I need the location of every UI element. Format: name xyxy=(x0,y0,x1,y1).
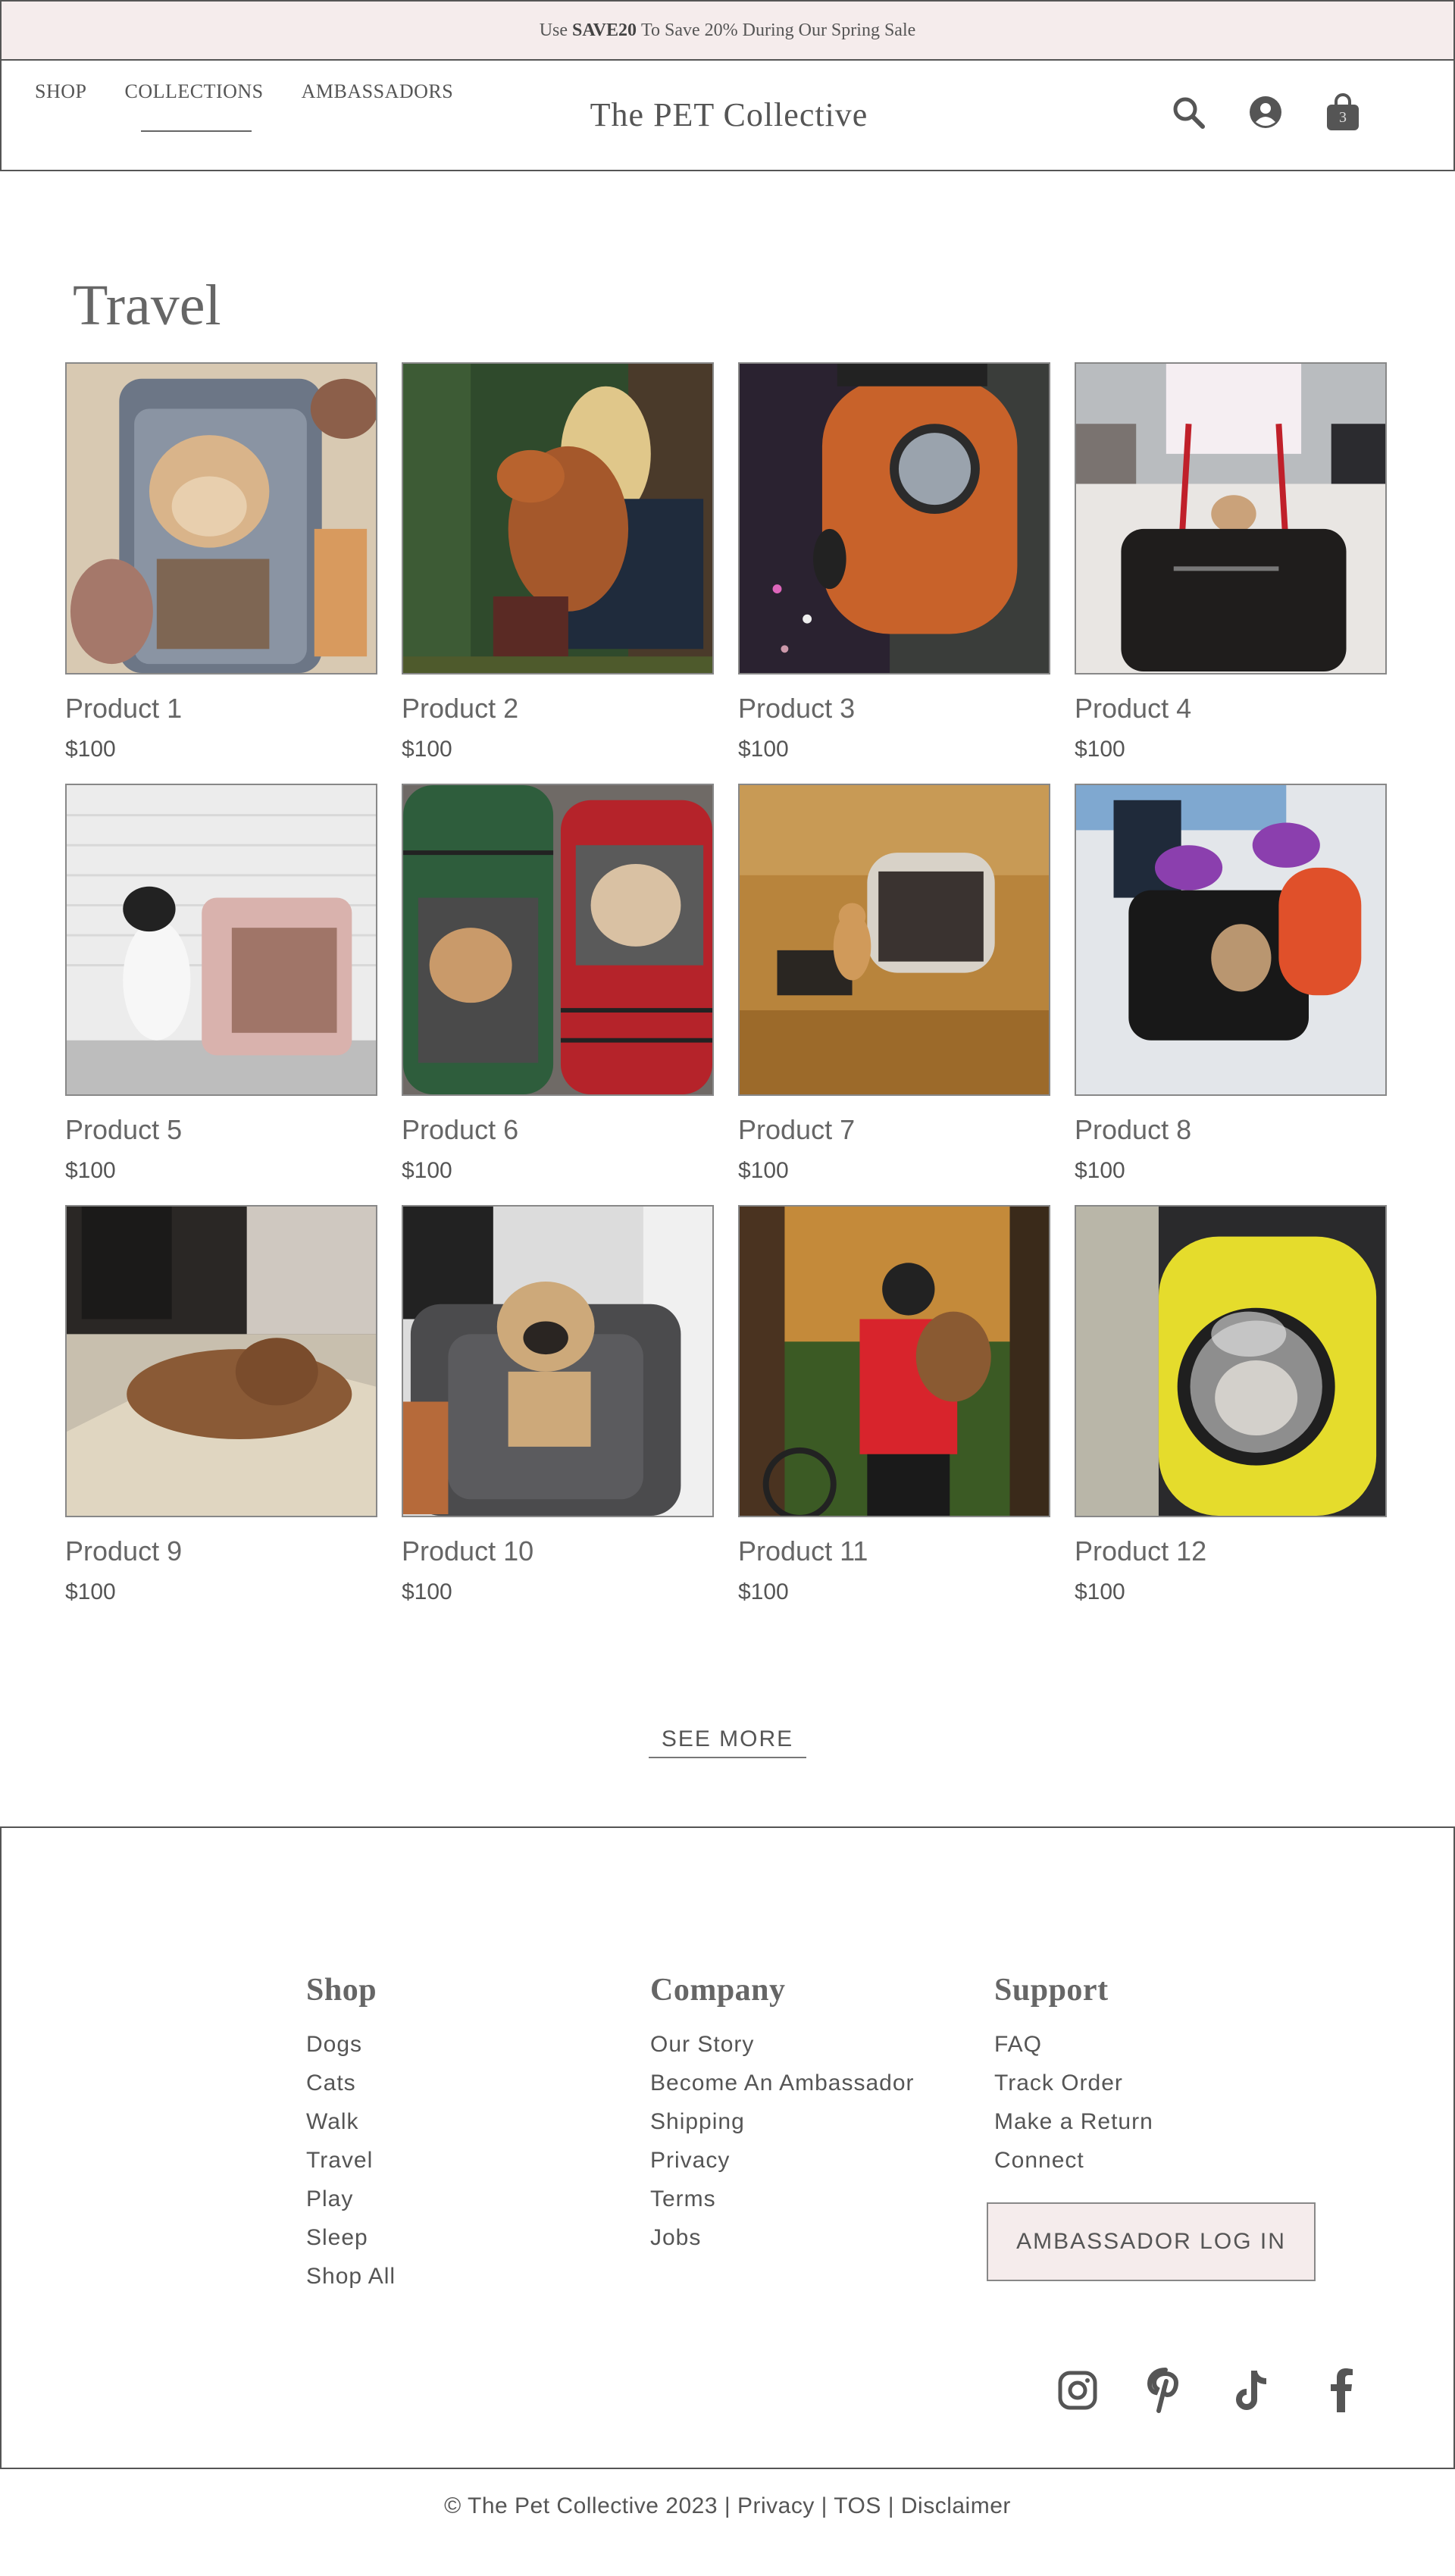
product-image[interactable] xyxy=(1075,1205,1387,1517)
see-more-button[interactable]: SEE MORE xyxy=(0,1726,1455,1752)
ambassador-login-button[interactable]: AMBASSADOR LOG IN xyxy=(987,2202,1316,2281)
product-card[interactable]: Product 12 $100 xyxy=(1075,1205,1388,1604)
footer-link-make-return[interactable]: Make a Return xyxy=(994,2102,1153,2141)
product-name[interactable]: Product 9 xyxy=(65,1535,182,1567)
header-icons: 3 xyxy=(1169,92,1363,132)
product-card[interactable]: Product 3 $100 xyxy=(738,362,1052,762)
product-name[interactable]: Product 3 xyxy=(738,693,855,725)
product-card[interactable]: Product 2 $100 xyxy=(402,362,715,762)
product-name[interactable]: Product 10 xyxy=(402,1535,534,1567)
product-price: $100 xyxy=(1075,1579,1125,1604)
footer-link-sleep[interactable]: Sleep xyxy=(306,2218,396,2257)
product-image[interactable] xyxy=(402,362,714,675)
site-footer: Shop Dogs Cats Walk Travel Play Sleep Sh… xyxy=(0,1826,1455,2469)
footer-company-column: Company Our Story Become An Ambassador S… xyxy=(650,1972,915,2257)
product-card[interactable]: Product 10 $100 xyxy=(402,1205,715,1604)
product-image[interactable] xyxy=(402,784,714,1096)
product-price: $100 xyxy=(1075,737,1125,762)
product-price: $100 xyxy=(65,1579,116,1604)
pinterest-icon[interactable] xyxy=(1144,2366,1187,2415)
footer-link-dogs[interactable]: Dogs xyxy=(306,2025,396,2064)
product-name[interactable]: Product 12 xyxy=(1075,1535,1206,1567)
footer-link-our-story[interactable]: Our Story xyxy=(650,2025,915,2064)
product-image[interactable] xyxy=(738,784,1050,1096)
footer-link-shipping[interactable]: Shipping xyxy=(650,2102,915,2141)
product-image[interactable] xyxy=(65,1205,377,1517)
product-image[interactable] xyxy=(1075,362,1387,675)
footer-shop-heading: Shop xyxy=(306,1973,377,2008)
product-name[interactable]: Product 5 xyxy=(65,1114,182,1146)
see-more-underline xyxy=(649,1757,806,1758)
product-card[interactable]: Product 9 $100 xyxy=(65,1205,379,1604)
product-image[interactable] xyxy=(65,784,377,1096)
product-name[interactable]: Product 7 xyxy=(738,1114,855,1146)
instagram-icon[interactable] xyxy=(1056,2366,1099,2415)
promo-code: SAVE20 xyxy=(572,20,637,40)
promo-suffix: To Save 20% During Our Spring Sale xyxy=(640,20,916,40)
page-title: Travel xyxy=(73,274,221,337)
promo-prefix: Use xyxy=(539,20,568,40)
footer-link-shop-all[interactable]: Shop All xyxy=(306,2257,396,2296)
product-name[interactable]: Product 1 xyxy=(65,693,182,725)
copyright-text: © The Pet Collective 2023 | Privacy | TO… xyxy=(444,2493,1011,2518)
product-image[interactable] xyxy=(65,362,377,675)
product-price: $100 xyxy=(65,1158,116,1183)
footer-support-column: Support FAQ Track Order Make a Return Co… xyxy=(994,1972,1153,2180)
footer-link-track-order[interactable]: Track Order xyxy=(994,2064,1153,2102)
product-card[interactable]: Product 8 $100 xyxy=(1075,784,1388,1183)
product-card[interactable]: Product 11 $100 xyxy=(738,1205,1052,1604)
footer-link-faq[interactable]: FAQ xyxy=(994,2025,1153,2064)
product-name[interactable]: Product 2 xyxy=(402,693,518,725)
footer-link-connect[interactable]: Connect xyxy=(994,2141,1153,2180)
product-name[interactable]: Product 11 xyxy=(738,1535,868,1567)
product-price: $100 xyxy=(65,737,116,762)
product-grid: Product 1 $100 Product 2 $100 Product 3 … xyxy=(65,362,1391,1604)
product-price: $100 xyxy=(1075,1158,1125,1183)
product-name[interactable]: Product 4 xyxy=(1075,693,1191,725)
product-price: $100 xyxy=(738,1579,789,1604)
search-icon[interactable] xyxy=(1169,92,1208,132)
product-price: $100 xyxy=(402,1158,452,1183)
site-header: SHOP COLLECTIONS AMBASSADORS The PET Col… xyxy=(0,61,1455,171)
product-card[interactable]: Product 4 $100 xyxy=(1075,362,1388,762)
product-price: $100 xyxy=(738,1158,789,1183)
product-card[interactable]: Product 7 $100 xyxy=(738,784,1052,1183)
footer-link-terms[interactable]: Terms xyxy=(650,2180,915,2218)
footer-shop-column: Shop Dogs Cats Walk Travel Play Sleep Sh… xyxy=(306,1972,396,2296)
product-image[interactable] xyxy=(402,1205,714,1517)
footer-link-walk[interactable]: Walk xyxy=(306,2102,396,2141)
promo-banner: Use SAVE20 To Save 20% During Our Spring… xyxy=(0,0,1455,61)
account-icon[interactable] xyxy=(1246,92,1285,132)
product-price: $100 xyxy=(402,1579,452,1604)
product-name[interactable]: Product 8 xyxy=(1075,1114,1191,1146)
product-card[interactable]: Product 6 $100 xyxy=(402,784,715,1183)
footer-company-heading: Company xyxy=(650,1973,786,2008)
footer-support-heading: Support xyxy=(994,1973,1109,2008)
social-links xyxy=(1056,2366,1363,2415)
product-image[interactable] xyxy=(738,362,1050,675)
footer-link-travel[interactable]: Travel xyxy=(306,2141,396,2180)
footer-link-privacy[interactable]: Privacy xyxy=(650,2141,915,2180)
facebook-icon[interactable] xyxy=(1320,2366,1363,2415)
product-card[interactable]: Product 1 $100 xyxy=(65,362,379,762)
product-name[interactable]: Product 6 xyxy=(402,1114,518,1146)
cart-icon[interactable]: 3 xyxy=(1323,92,1363,132)
footer-link-jobs[interactable]: Jobs xyxy=(650,2218,915,2257)
product-price: $100 xyxy=(402,737,452,762)
product-card[interactable]: Product 5 $100 xyxy=(65,784,379,1183)
tiktok-icon[interactable] xyxy=(1232,2366,1275,2415)
footer-link-play[interactable]: Play xyxy=(306,2180,396,2218)
footer-link-cats[interactable]: Cats xyxy=(306,2064,396,2102)
footer-link-become-ambassador[interactable]: Become An Ambassador xyxy=(650,2064,915,2102)
cart-count-badge: 3 xyxy=(1339,109,1347,126)
product-price: $100 xyxy=(738,737,789,762)
product-image[interactable] xyxy=(1075,784,1387,1096)
product-image[interactable] xyxy=(738,1205,1050,1517)
